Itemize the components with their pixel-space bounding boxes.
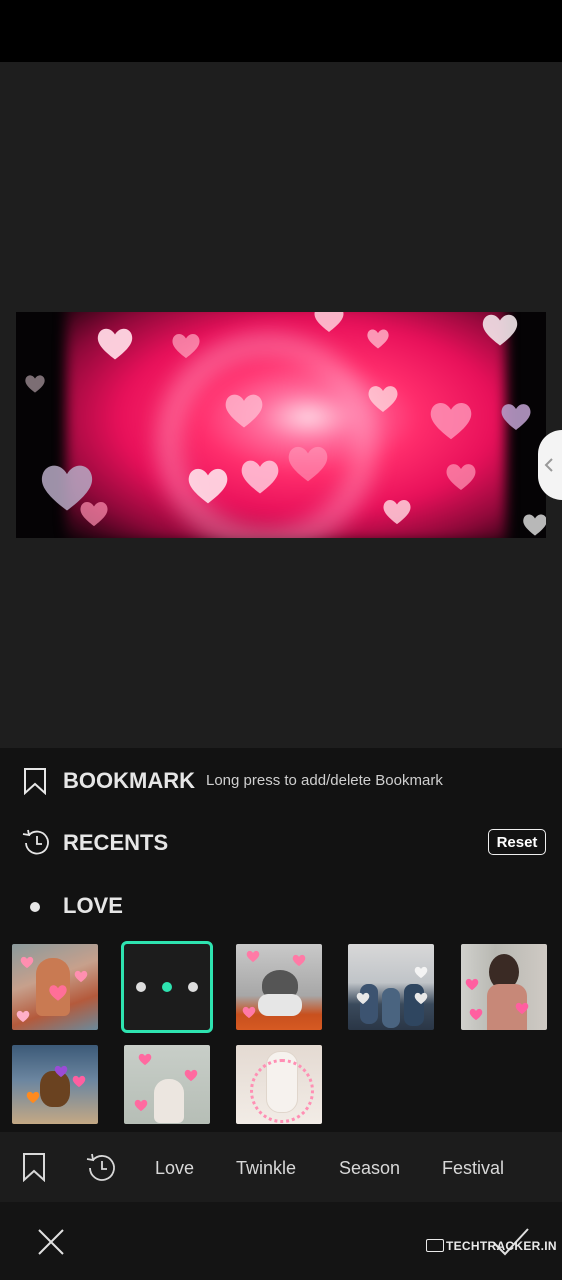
bookmark-tab-icon[interactable] <box>22 1152 46 1182</box>
sticker-thumbnail[interactable] <box>124 1045 210 1124</box>
photo-preview <box>16 312 546 538</box>
love-category-title: LOVE <box>63 893 123 918</box>
heart-sticker <box>469 1008 483 1021</box>
heart-sticker <box>367 329 389 349</box>
heart-sticker <box>72 1075 86 1088</box>
heart-sticker <box>241 460 279 494</box>
heart-sticker <box>97 328 133 360</box>
heart-sticker <box>482 314 518 346</box>
sticker-panel: BOOKMARK Long press to add/delete Bookma… <box>0 748 562 1132</box>
heart-sticker <box>523 514 546 536</box>
reset-button[interactable]: Reset <box>488 829 546 855</box>
heart-sticker <box>54 1065 68 1078</box>
heart-sticker <box>314 312 344 332</box>
heart-sticker <box>288 446 328 482</box>
sticker-thumbnail[interactable] <box>461 944 547 1030</box>
heart-sticker <box>80 501 108 527</box>
status-bar <box>0 0 562 62</box>
dot <box>136 982 146 992</box>
tab-love[interactable]: Love <box>155 1158 194 1179</box>
heart-sticker <box>246 950 260 963</box>
tab-festival[interactable]: Festival <box>442 1158 504 1179</box>
heart-sticker <box>465 978 479 991</box>
heart-sticker <box>49 985 67 1001</box>
heart-sticker <box>501 404 531 430</box>
tab-season[interactable]: Season <box>339 1158 400 1179</box>
heart-sticker <box>515 1002 529 1015</box>
sticker-thumbnail[interactable] <box>348 944 434 1030</box>
bookmark-hint: Long press to add/delete Bookmark <box>206 772 443 789</box>
heart-sticker <box>172 333 200 359</box>
sticker-thumbnail[interactable] <box>236 944 322 1030</box>
bullet-icon <box>30 902 40 912</box>
sticker-thumbnail-selected[interactable] <box>121 941 213 1033</box>
heart-sticker <box>446 464 476 490</box>
heart-sticker <box>242 1006 256 1019</box>
heart-sticker <box>383 499 411 525</box>
heart-sticker <box>188 468 228 504</box>
watermark-logo-icon <box>426 1239 444 1252</box>
dot-active <box>162 982 172 992</box>
heart-sticker <box>292 954 306 967</box>
watermark-text: TECHTRACKER.IN <box>446 1239 557 1253</box>
history-icon[interactable] <box>20 828 52 858</box>
dot <box>188 982 198 992</box>
heart-sticker <box>138 1053 152 1066</box>
heart-sticker <box>20 956 34 969</box>
heart-sticker <box>225 394 263 428</box>
side-panel-handle[interactable] <box>538 430 562 500</box>
canvas-area <box>0 62 562 748</box>
close-icon[interactable] <box>36 1227 66 1257</box>
bookmark-icon[interactable] <box>22 767 48 795</box>
history-tab-icon[interactable] <box>84 1152 118 1184</box>
heart-sticker <box>134 1099 148 1112</box>
bookmark-title: BOOKMARK <box>63 768 195 793</box>
light-ring <box>156 332 378 538</box>
heart-sticker <box>74 970 88 983</box>
heart-sticker <box>414 966 428 979</box>
sticker-thumbnail[interactable] <box>12 944 98 1030</box>
tab-twinkle[interactable]: Twinkle <box>236 1158 296 1179</box>
heart-sticker <box>184 1069 198 1082</box>
category-tab-bar: Love Twinkle Season Festival <box>0 1132 562 1202</box>
heart-sticker <box>356 992 370 1005</box>
chevron-left-icon <box>544 458 553 472</box>
heart-sticker <box>414 992 428 1005</box>
recents-title: RECENTS <box>63 830 169 855</box>
heart-sticker <box>25 375 45 393</box>
heart-sticker <box>368 386 398 412</box>
bottom-action-bar: TECHTRACKER.IN <box>0 1202 562 1280</box>
heart-sticker <box>26 1091 40 1104</box>
sticker-thumbnail[interactable] <box>12 1045 98 1124</box>
heart-sticker <box>16 1010 30 1023</box>
sticker-thumbnail[interactable] <box>236 1045 322 1124</box>
heart-sticker <box>430 402 472 440</box>
